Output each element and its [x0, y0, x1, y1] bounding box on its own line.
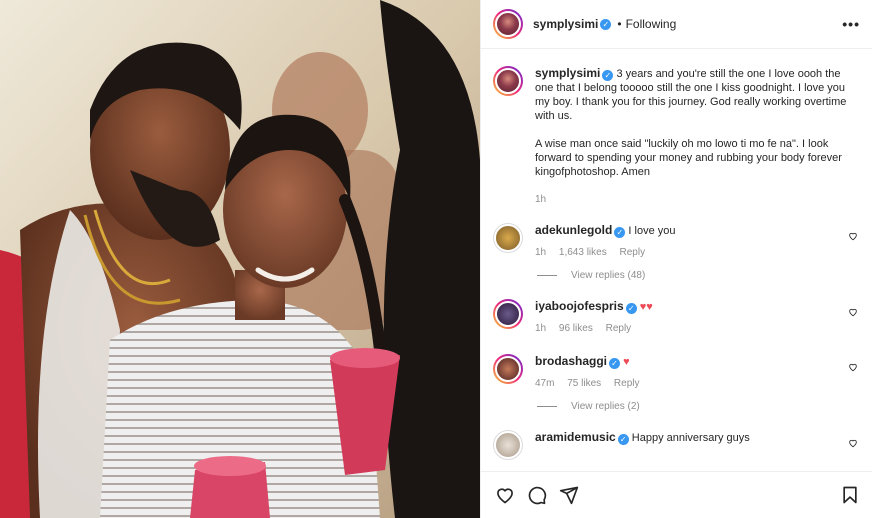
verified-badge-icon: ✓ — [617, 434, 629, 445]
separator-dot: • — [617, 17, 622, 31]
caption-text-2: A wise man once said "luckily oh mo lowo… — [535, 138, 842, 178]
comment-text: Happy anniversary guys — [631, 432, 750, 444]
comment-item: brodashaggi ✓ ♥ 47m 75 likes Reply — [493, 354, 860, 391]
verified-badge-icon: ✓ — [602, 70, 614, 81]
heart-icon[interactable] — [495, 485, 515, 505]
comment-item: iyaboojofespris ✓ ♥♥ 1h 96 likes Reply — [493, 299, 860, 336]
comment-avatar[interactable] — [493, 354, 523, 384]
view-replies-label: View replies (2) — [571, 401, 640, 412]
caption: symplysimi ✓ 3 years and you're still the… — [493, 50, 860, 207]
comment-item: aramidemusic ✓ Happy anniversary guys — [493, 430, 860, 460]
comment-time: 1h — [535, 247, 547, 258]
caption-time: 1h — [535, 194, 547, 205]
comment-time: 1h — [535, 323, 547, 334]
comment-icon[interactable] — [527, 485, 547, 505]
comment-like-heart-icon[interactable] — [848, 438, 858, 448]
comment-username[interactable]: brodashaggi — [535, 354, 607, 368]
reply-button[interactable]: Reply — [606, 323, 632, 334]
author-avatar[interactable] — [493, 9, 523, 39]
caption-body: symplysimi ✓ 3 years and you're still the… — [535, 66, 860, 207]
post-detail-panel: symplysimi ✓ • Following ••• symplysimi ✓… — [480, 0, 872, 518]
photo-illustration — [0, 0, 480, 518]
comment-time: 47m — [535, 378, 555, 389]
caption-avatar[interactable] — [493, 66, 523, 96]
view-replies-button[interactable]: View replies (48) — [537, 270, 860, 281]
comment-avatar[interactable] — [493, 223, 523, 253]
caption-username[interactable]: symplysimi — [535, 66, 600, 80]
comment-username[interactable]: iyaboojofespris — [535, 299, 624, 313]
verified-badge-icon: ✓ — [609, 358, 621, 369]
verified-badge-icon: ✓ — [614, 227, 626, 238]
red-heart-emoji: ♥♥ — [639, 301, 653, 313]
verified-badge-icon: ✓ — [625, 303, 637, 314]
comment-username[interactable]: adekunlegold — [535, 223, 612, 237]
following-button[interactable]: Following — [626, 17, 677, 31]
red-heart-emoji: ♥ — [623, 356, 630, 368]
share-icon[interactable] — [559, 485, 579, 505]
comment-like-heart-icon[interactable] — [848, 231, 858, 241]
comment-likes[interactable]: 75 likes — [567, 378, 601, 389]
bookmark-icon[interactable] — [840, 485, 860, 505]
comment-like-heart-icon[interactable] — [848, 362, 858, 372]
reply-button[interactable]: Reply — [614, 378, 640, 389]
comments-list[interactable]: symplysimi ✓ 3 years and you're still the… — [481, 50, 872, 471]
comment-avatar[interactable] — [493, 430, 523, 460]
view-replies-button[interactable]: View replies (2) — [537, 401, 860, 412]
author-username[interactable]: symplysimi — [533, 17, 598, 31]
post-action-bar — [481, 471, 872, 518]
comment-text: I love you — [628, 225, 676, 237]
post-photo[interactable] — [0, 0, 480, 518]
comment-likes[interactable]: 1,643 likes — [559, 247, 607, 258]
more-options-icon[interactable]: ••• — [842, 16, 860, 32]
comment-likes[interactable]: 96 likes — [559, 323, 593, 334]
comment-avatar[interactable] — [493, 299, 523, 329]
comment-like-heart-icon[interactable] — [848, 307, 858, 317]
reply-button[interactable]: Reply — [620, 247, 646, 258]
post-header: symplysimi ✓ • Following ••• — [481, 0, 872, 49]
comment-item: adekunlegold ✓ I love you 1h 1,643 likes … — [493, 223, 860, 260]
view-replies-label: View replies (48) — [571, 270, 646, 281]
verified-badge-icon: ✓ — [600, 18, 612, 30]
comment-username[interactable]: aramidemusic — [535, 430, 616, 444]
